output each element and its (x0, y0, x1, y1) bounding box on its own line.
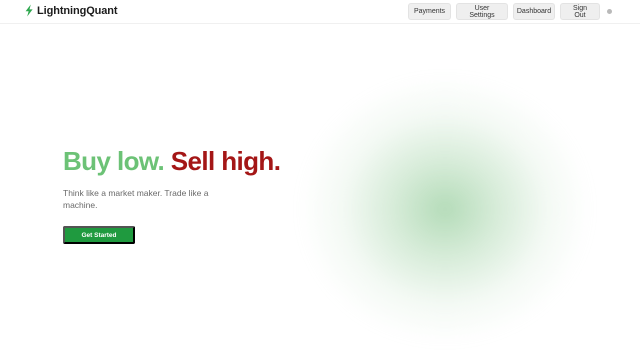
hero-title: Buy low. Sell high. (63, 146, 281, 177)
get-started-button[interactable]: Get Started (63, 226, 135, 244)
top-navigation-bar: LightningQuant Payments User Settings Da… (0, 0, 640, 24)
hero-subtitle: Think like a market maker. Trade like a … (63, 188, 209, 210)
dashboard-button[interactable]: Dashboard (513, 3, 555, 20)
lightning-bolt-icon (24, 4, 34, 17)
header-nav: Payments User Settings Dashboard Sign Ou… (408, 3, 600, 20)
hero-background-glow (250, 20, 640, 364)
brand-name: LightningQuant (37, 4, 118, 17)
user-settings-button[interactable]: User Settings (456, 3, 508, 20)
brand-logo[interactable]: LightningQuant (24, 4, 118, 17)
hero-title-buy: Buy low. (63, 146, 165, 176)
payments-button[interactable]: Payments (408, 3, 451, 20)
hero-title-sell: Sell high. (170, 146, 281, 176)
circle-dot-icon[interactable] (607, 9, 612, 14)
sign-out-button[interactable]: Sign Out (560, 3, 600, 20)
